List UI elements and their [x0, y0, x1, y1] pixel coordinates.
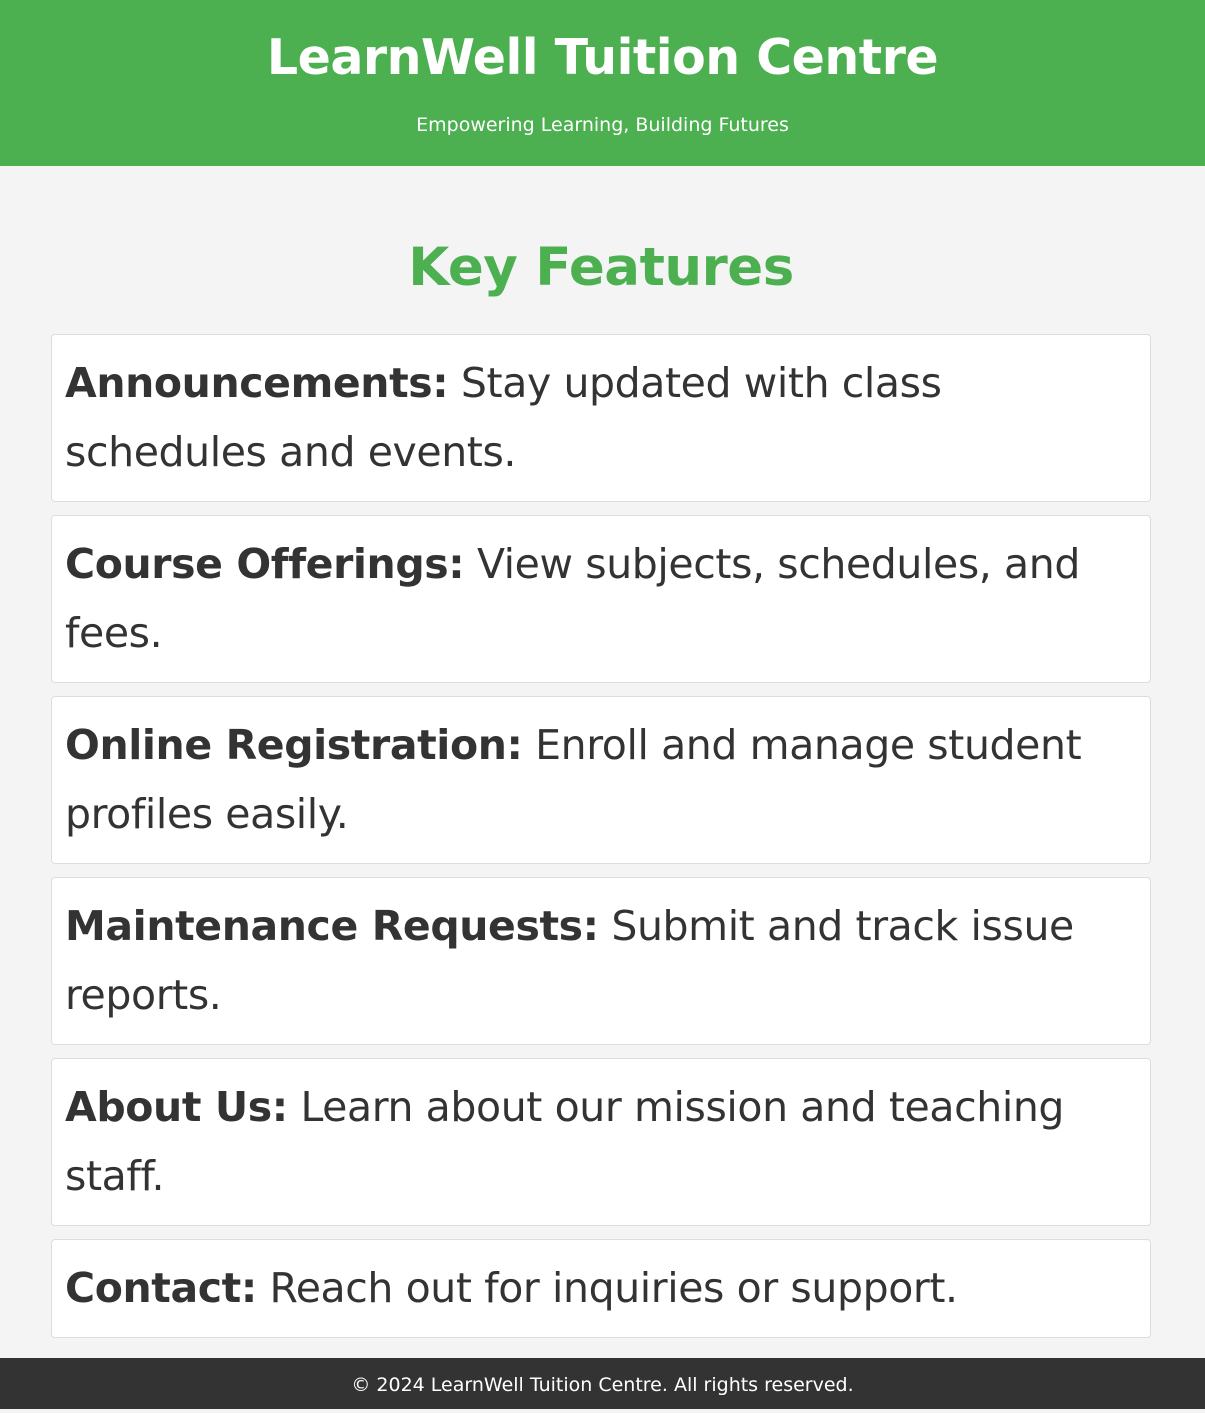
site-header: LearnWell Tuition Centre Empowering Lear… — [0, 0, 1205, 166]
feature-item-contact: Contact: Reach out for inquiries or supp… — [51, 1239, 1151, 1338]
feature-item-announcements: Announcements: Stay updated with class s… — [51, 334, 1151, 502]
feature-list: Announcements: Stay updated with class s… — [51, 334, 1151, 1351]
feature-name: About Us: — [65, 1083, 288, 1131]
feature-item-maintenance-requests: Maintenance Requests: Submit and track i… — [51, 877, 1151, 1045]
site-title: LearnWell Tuition Centre — [266, 29, 939, 86]
feature-name: Maintenance Requests: — [65, 902, 599, 950]
feature-item-course-offerings: Course Offerings: View subjects, schedul… — [51, 515, 1151, 683]
feature-name: Course Offerings: — [65, 540, 465, 588]
feature-description: Reach out for inquiries or support. — [269, 1264, 958, 1312]
feature-name: Online Registration: — [65, 721, 523, 769]
footer-copyright: © 2024 LearnWell Tuition Centre. All rig… — [351, 1374, 854, 1396]
site-tagline: Empowering Learning, Building Futures — [416, 114, 789, 136]
feature-item-online-registration: Online Registration: Enroll and manage s… — [51, 696, 1151, 864]
site-footer: © 2024 LearnWell Tuition Centre. All rig… — [0, 1358, 1205, 1409]
feature-item-about-us: About Us: Learn about our mission and te… — [51, 1058, 1151, 1226]
feature-name: Announcements: — [65, 359, 449, 407]
feature-name: Contact: — [65, 1264, 257, 1312]
features-heading: Key Features — [408, 237, 794, 298]
